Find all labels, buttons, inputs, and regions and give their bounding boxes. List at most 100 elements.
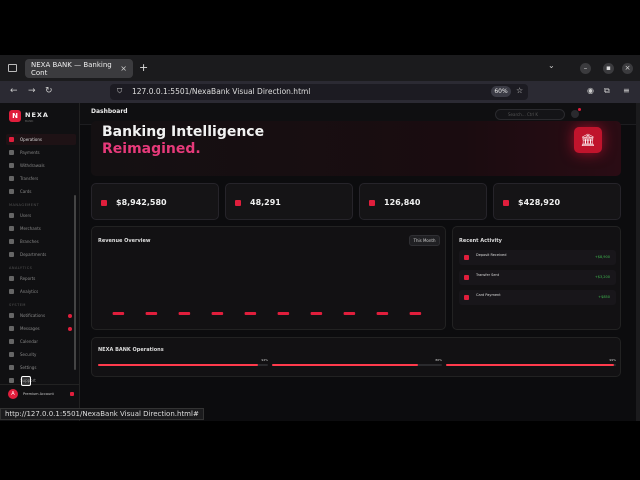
mouse-cursor xyxy=(21,376,31,386)
branches-icon xyxy=(9,239,14,244)
stat-card-transactions[interactable]: 126,840 xyxy=(359,183,487,220)
logout-icon[interactable] xyxy=(70,392,74,396)
search-input[interactable]: Search… Ctrl K xyxy=(495,109,565,120)
transfer-icon xyxy=(464,275,469,280)
activity-name: Transfer Sent xyxy=(476,273,500,277)
sidebar-item-security[interactable]: Security xyxy=(6,349,76,360)
back-icon[interactable]: ← xyxy=(10,86,18,96)
wallet-icon xyxy=(101,200,107,206)
revenue-chart-card: Revenue Overview This Month xyxy=(91,226,446,330)
activity-amount: +$3,200 xyxy=(594,275,610,279)
activity-title: Recent Activity xyxy=(459,238,502,244)
url-text[interactable]: 127.0.0.1:5501/NexaBank Visual Direction… xyxy=(132,87,310,96)
notification-dot xyxy=(578,108,581,111)
tab-list-icon[interactable] xyxy=(8,64,17,72)
activity-amount: +$8,900 xyxy=(594,255,610,259)
nav-bar: ← → ↻ ⛉ 127.0.0.1:5501/NexaBank Visual D… xyxy=(0,81,640,103)
sidebar-item-notifications[interactable]: Notifications xyxy=(6,310,76,321)
sidebar-item-settings[interactable]: Settings xyxy=(6,362,76,373)
transfers-icon xyxy=(9,176,14,181)
stat-card-revenue[interactable]: $428,920 xyxy=(493,183,621,220)
lock-icon xyxy=(9,352,14,357)
bookmark-star-icon[interactable]: ☆ xyxy=(516,86,523,95)
chart-bar xyxy=(310,312,323,315)
chart-bar xyxy=(409,312,422,315)
minimize-icon[interactable]: – xyxy=(580,63,591,74)
sidebar-item-payments[interactable]: Payments xyxy=(6,147,76,158)
new-tab-button[interactable]: + xyxy=(139,61,148,74)
tab-bar: NEXA BANK — Banking Cont × + ⌄ – ▪ × xyxy=(0,55,640,81)
tab-title: NEXA BANK — Banking Cont xyxy=(31,60,112,77)
message-dot xyxy=(68,326,72,331)
sidebar-item-departments[interactable]: Departments xyxy=(6,249,76,260)
stat-value: 126,840 xyxy=(384,198,421,207)
chart-bar xyxy=(376,312,389,315)
account-icon[interactable]: ◉ xyxy=(587,86,594,95)
sidebar-item-calendar[interactable]: Calendar xyxy=(6,336,76,347)
sidebar-item-withdrawals[interactable]: Withdrawals xyxy=(6,160,76,171)
sidebar-item-users[interactable]: Users xyxy=(6,210,76,221)
extensions-icon[interactable]: ⧉ xyxy=(604,86,610,96)
close-window-icon[interactable]: × xyxy=(622,63,633,74)
merchants-icon xyxy=(9,226,14,231)
sidebar-item-analytics[interactable]: Analytics xyxy=(6,286,76,297)
payments-icon xyxy=(9,150,14,155)
forward-icon[interactable]: → xyxy=(28,86,36,96)
activity-name: Deposit Received xyxy=(476,253,507,257)
message-icon xyxy=(9,326,14,331)
brand-sub: BANK xyxy=(25,119,34,123)
activity-amount: +$850 xyxy=(598,295,610,299)
section-system: SYSTEM xyxy=(9,303,26,307)
activity-row[interactable]: Transfer Sent +$3,200 xyxy=(459,270,616,285)
bell-icon xyxy=(9,313,14,318)
page-viewport: N NEXA BANK Operations Payments Withdraw… xyxy=(0,103,636,421)
operations-card: NEXA BANK Operations 94% 86% 99% xyxy=(91,337,621,377)
sidebar: N NEXA BANK Operations Payments Withdraw… xyxy=(0,103,80,421)
menu-icon[interactable]: ≡ xyxy=(623,86,630,95)
sidebar-item-branches[interactable]: Branches xyxy=(6,236,76,247)
status-bar-url: http://127.0.0.1:5501/NexaBank Visual Di… xyxy=(0,408,204,420)
chart-bar xyxy=(145,312,158,315)
stat-card-users[interactable]: 48,291 xyxy=(225,183,353,220)
chart-bar xyxy=(244,312,257,315)
sidebar-scrollbar[interactable] xyxy=(74,195,76,370)
chart-bar xyxy=(277,312,290,315)
metric-percent: 86% xyxy=(435,358,442,362)
hero-title: Banking Intelligence xyxy=(102,124,265,140)
stat-value: 48,291 xyxy=(250,198,281,207)
reload-icon[interactable]: ↻ xyxy=(45,86,53,96)
tab-overflow-icon[interactable]: ⌄ xyxy=(548,61,555,70)
hero-title-accent: Reimagined. xyxy=(102,141,201,157)
users-icon xyxy=(9,213,14,218)
brand-name: NEXA xyxy=(25,111,49,119)
zoom-indicator[interactable]: 60% xyxy=(491,86,511,97)
sidebar-item-reports[interactable]: Reports xyxy=(6,273,76,284)
analytics-icon xyxy=(9,289,14,294)
shield-icon[interactable]: ⛉ xyxy=(117,87,122,96)
sidebar-item-merchants[interactable]: Merchants xyxy=(6,223,76,234)
chart-bar xyxy=(112,312,125,315)
bell-icon[interactable] xyxy=(571,110,579,118)
browser-tab[interactable]: NEXA BANK — Banking Cont × xyxy=(25,59,133,78)
calendar-icon xyxy=(9,339,14,344)
stat-value: $428,920 xyxy=(518,198,561,207)
activity-row[interactable]: Card Payment +$850 xyxy=(459,290,616,305)
activity-name: Card Payment xyxy=(476,293,501,297)
activity-row[interactable]: Deposit Received +$8,900 xyxy=(459,250,616,265)
metric-fill xyxy=(98,364,258,366)
gear-icon xyxy=(9,365,14,370)
sidebar-item-messages[interactable]: Messages xyxy=(6,323,76,334)
sidebar-item-transfers[interactable]: Transfers xyxy=(6,173,76,184)
sidebar-item-operations[interactable]: Operations xyxy=(6,134,76,145)
tab-close-icon[interactable]: × xyxy=(120,64,127,73)
section-management: MANAGEMENT xyxy=(9,203,40,207)
users-icon xyxy=(235,200,241,206)
section-analytics: ANALYTICS xyxy=(9,266,33,270)
stat-card-balance[interactable]: $8,942,580 xyxy=(91,183,219,220)
avatar: A xyxy=(8,388,18,399)
maximize-icon[interactable]: ▪ xyxy=(603,63,614,74)
metric-percent: 99% xyxy=(609,358,616,362)
sidebar-item-cards[interactable]: Cards xyxy=(6,186,76,197)
page-scrollbar[interactable] xyxy=(636,103,640,421)
user-profile[interactable]: A Premium Account xyxy=(0,384,80,402)
